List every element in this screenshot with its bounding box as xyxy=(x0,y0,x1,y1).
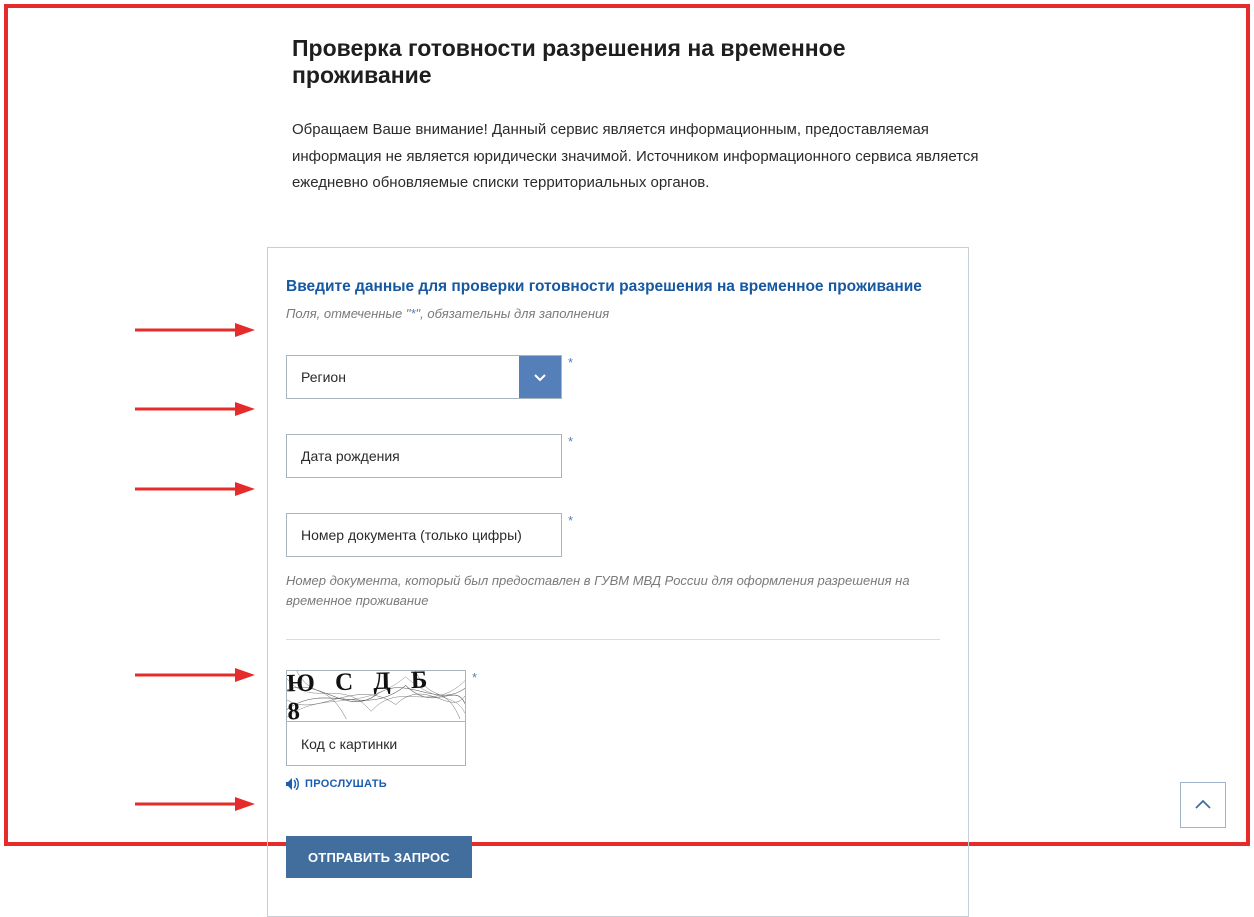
region-select-label: Регион xyxy=(301,369,346,385)
required-star: * xyxy=(568,513,573,528)
captcha-text: Ю С Д Б 8 xyxy=(286,670,465,722)
listen-label: ПРОСЛУШАТЬ xyxy=(305,778,387,790)
required-star: * xyxy=(568,355,573,370)
annotation-arrow xyxy=(135,478,255,500)
chevron-down-icon xyxy=(532,369,548,385)
annotation-arrow xyxy=(135,319,255,341)
page-title: Проверка готовности разрешения на времен… xyxy=(292,35,982,89)
field-dob: * xyxy=(286,434,940,478)
annotation-arrow xyxy=(135,793,255,815)
chevron-up-icon xyxy=(1192,794,1214,816)
docnum-input[interactable] xyxy=(286,513,562,557)
required-star: * xyxy=(568,434,573,449)
field-docnum: * xyxy=(286,513,940,557)
required-note: Поля, отмеченные "*", обязательны для за… xyxy=(286,306,940,321)
region-select[interactable]: Регион xyxy=(286,355,562,399)
captcha-image: Ю С Д Б 8 xyxy=(286,670,466,722)
captcha-input[interactable] xyxy=(286,722,466,766)
form-heading: Введите данные для проверки готовности р… xyxy=(286,278,940,296)
dob-input[interactable] xyxy=(286,434,562,478)
page-description: Обращаем Ваше внимание! Данный сервис яв… xyxy=(292,117,982,197)
submit-button[interactable]: ОТПРАВИТЬ ЗАПРОС xyxy=(286,836,472,878)
form-panel: Введите данные для проверки готовности р… xyxy=(267,247,969,917)
audio-icon xyxy=(286,778,300,790)
required-note-text: ", обязательны для заполнения xyxy=(416,306,610,321)
annotation-arrow xyxy=(135,664,255,686)
required-note-text: Поля, отмеченные " xyxy=(286,306,410,321)
field-region: Регион * xyxy=(286,355,940,399)
annotation-arrow xyxy=(135,398,255,420)
captcha-block: Ю С Д Б 8 * xyxy=(286,670,940,766)
docnum-hint: Номер документа, который был предоставле… xyxy=(286,571,926,611)
listen-captcha[interactable]: ПРОСЛУШАТЬ xyxy=(286,778,940,790)
divider xyxy=(286,639,940,640)
required-star: * xyxy=(472,670,477,685)
scroll-to-top-button[interactable] xyxy=(1180,782,1226,828)
dropdown-toggle[interactable] xyxy=(519,356,561,398)
